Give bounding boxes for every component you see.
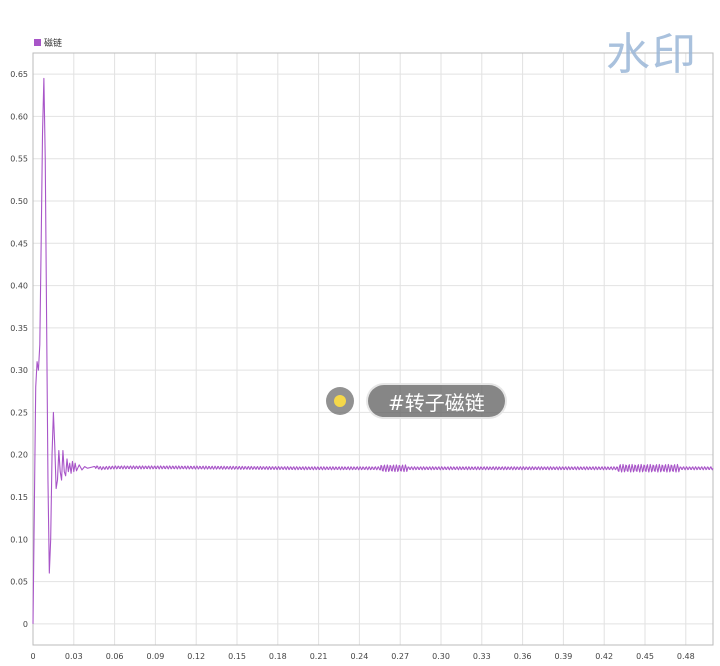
y-tick-label: 0.65	[10, 70, 28, 79]
grid-lines	[32, 53, 713, 645]
y-tick-label: 0.15	[10, 493, 28, 502]
y-tick-label: 0.40	[10, 282, 28, 291]
y-tick-label: 0.30	[10, 366, 28, 375]
legend-label: 磁链	[44, 39, 63, 49]
x-tick-label: 0.24	[350, 652, 368, 661]
x-tick-label: 0.12	[187, 652, 205, 661]
x-tick-label: 0.42	[595, 652, 613, 661]
x-tick-label: 0.30	[432, 652, 450, 661]
series-layer	[32, 77, 714, 624]
x-tick-label: 0.45	[636, 652, 654, 661]
tag-label[interactable]: #转子磁链	[366, 383, 507, 419]
x-tick-label: 0.15	[228, 652, 246, 661]
legend: 磁链	[34, 36, 62, 49]
x-tick-label: 0.06	[106, 652, 124, 661]
y-tick-label: 0.05	[10, 578, 28, 587]
x-tick-label: 0.03	[65, 652, 83, 661]
x-tick-label: 0.21	[310, 652, 328, 661]
y-tick-label: 0.50	[10, 197, 28, 206]
y-tick-label: 0.60	[10, 112, 28, 121]
x-tick-label: 0.09	[146, 652, 164, 661]
x-tick-label: 0.18	[269, 652, 287, 661]
x-tick-label: 0.48	[677, 652, 695, 661]
y-tick-label: 0.10	[10, 535, 28, 544]
x-tick-label: 0	[30, 652, 35, 661]
x-tick-label: 0.33	[473, 652, 491, 661]
y-tick-label: 0.25	[10, 408, 28, 417]
x-tick-label: 0.27	[391, 652, 409, 661]
y-tick-label: 0.20	[10, 451, 28, 460]
tag-dot-center	[334, 395, 346, 407]
x-tick-label: 0.36	[514, 652, 532, 661]
topic-tag[interactable]: #转子磁链	[326, 383, 507, 419]
y-tick-label: 0.45	[10, 239, 28, 248]
chart-plot: 0 0.03 0.06 0.09 0.12 0.15 0.18 0.21 0.24 0.27 0.3…	[10, 52, 714, 661]
y-tick-label: 0.55	[10, 155, 28, 164]
x-tick-label: 0.39	[554, 652, 572, 661]
watermark: 水印	[606, 29, 698, 80]
tag-dot-icon	[326, 387, 354, 415]
y-tick-label: 0.35	[10, 324, 28, 333]
legend-swatch	[34, 39, 41, 46]
plot-frame	[32, 52, 714, 646]
y-tick-label: 0	[23, 620, 28, 629]
chart-stage: 0 0.03 0.06 0.09 0.12 0.15 0.18 0.21 0.24 0.27 0.3…	[0, 0, 720, 666]
series-line-flux	[32, 77, 714, 624]
